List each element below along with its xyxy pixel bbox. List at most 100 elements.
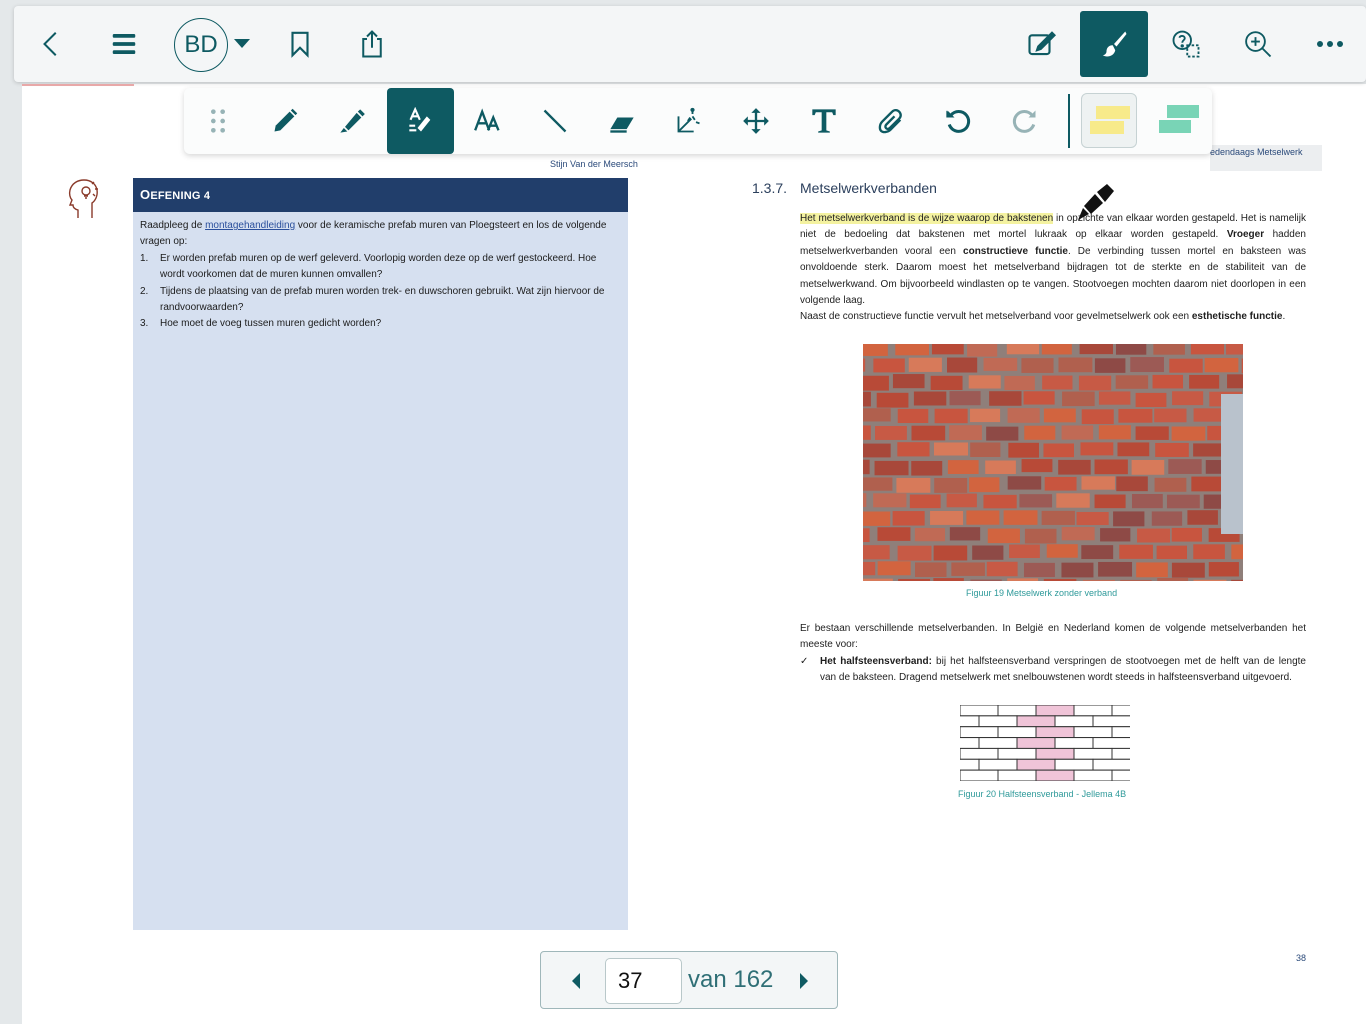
brick xyxy=(1008,442,1039,458)
brick xyxy=(1043,408,1076,423)
question-text: Er worden prefab muren op de werf geleve… xyxy=(160,252,597,281)
redo-icon xyxy=(1012,110,1035,133)
question-number: 2. xyxy=(140,285,149,297)
brick xyxy=(1155,442,1189,457)
bold-text: Het halfsteensverband: xyxy=(820,655,932,667)
color-swatch-yellow[interactable] xyxy=(1081,93,1137,148)
help-select-button[interactable] xyxy=(1156,14,1216,74)
brick xyxy=(1003,510,1038,525)
diagram-brick xyxy=(1054,737,1094,749)
line-tool[interactable] xyxy=(521,88,588,154)
brick xyxy=(911,425,946,441)
text-icon xyxy=(811,109,836,133)
brick xyxy=(1154,408,1187,423)
brick xyxy=(1061,527,1095,541)
highlighter-tool[interactable] xyxy=(318,88,385,154)
montagehandleiding-link[interactable]: montagehandleiding xyxy=(205,220,295,231)
brick xyxy=(1152,374,1184,389)
pencil-tool[interactable] xyxy=(251,88,318,154)
brick xyxy=(1007,578,1039,581)
brick xyxy=(1061,425,1094,440)
brick xyxy=(983,494,1017,509)
brick xyxy=(1208,562,1239,577)
text-tool[interactable] xyxy=(790,88,857,154)
brick xyxy=(1113,511,1145,527)
menu-button[interactable] xyxy=(94,14,154,74)
brick xyxy=(1041,344,1072,355)
brick xyxy=(1115,344,1147,355)
brick xyxy=(1081,476,1115,490)
zoom-in-button[interactable] xyxy=(1228,14,1288,74)
brick xyxy=(986,426,1019,441)
brick xyxy=(863,477,893,491)
brick xyxy=(1119,544,1153,559)
avatar[interactable]: BD xyxy=(174,18,228,72)
brick xyxy=(930,375,963,390)
brick xyxy=(892,374,925,389)
brick xyxy=(1098,391,1131,405)
drag-handle[interactable] xyxy=(184,88,251,154)
redo-button[interactable] xyxy=(991,88,1058,154)
brick xyxy=(1058,357,1093,373)
brick xyxy=(951,562,985,576)
brick xyxy=(1172,391,1204,406)
move-tool[interactable] xyxy=(722,88,789,154)
brick xyxy=(1156,545,1187,560)
brick xyxy=(1056,493,1090,508)
next-page-button[interactable] xyxy=(789,966,819,996)
brick xyxy=(1006,344,1040,355)
brick xyxy=(1076,511,1109,526)
avatar-initials: BD xyxy=(184,31,218,58)
brick xyxy=(947,357,978,373)
brick xyxy=(876,392,909,408)
brick xyxy=(1157,578,1189,581)
brick xyxy=(1021,358,1054,373)
figure-20-caption: Figuur 20 Halfsteensverband - Jellema 4B xyxy=(958,789,1127,799)
bookmark-button[interactable] xyxy=(270,14,330,74)
lasso-tool[interactable] xyxy=(655,88,722,154)
brick xyxy=(877,561,911,576)
exercise-title-rest: EFENING 4 xyxy=(150,190,211,202)
halfsteensverband-diagram xyxy=(960,705,1130,781)
annotate-button[interactable] xyxy=(1080,11,1148,77)
brick xyxy=(1154,477,1187,492)
brick xyxy=(970,442,1001,458)
chevron-down-icon xyxy=(234,39,250,48)
more-button[interactable] xyxy=(1300,14,1360,74)
brick xyxy=(863,459,870,475)
previous-page-button[interactable] xyxy=(561,966,591,996)
highlighted-text[interactable]: Het metselwerkverband is de wijze waarop… xyxy=(800,213,1054,224)
diagram-brick xyxy=(1073,705,1113,717)
brick xyxy=(863,493,867,507)
brick xyxy=(1168,459,1202,474)
line-icon xyxy=(543,109,566,133)
brick xyxy=(873,358,905,373)
attach-tool[interactable] xyxy=(857,88,924,154)
page-number-input[interactable] xyxy=(605,958,682,1004)
exercise-title: OEFENING 4 xyxy=(133,178,628,212)
account-dropdown-button[interactable] xyxy=(232,34,252,54)
brick xyxy=(1041,510,1075,525)
brick xyxy=(915,562,947,577)
brick xyxy=(1023,562,1055,578)
diagram-brick xyxy=(1111,769,1130,781)
smart-highlighter-tool[interactable] xyxy=(387,88,454,154)
highlight-color-green-icon xyxy=(1158,105,1199,133)
brick xyxy=(1062,391,1095,407)
brick xyxy=(969,477,1000,493)
brick xyxy=(933,545,968,561)
brick xyxy=(1100,528,1131,542)
brick xyxy=(1024,425,1056,440)
brick xyxy=(914,527,946,542)
eraser-tool[interactable] xyxy=(588,88,655,154)
share-button[interactable] xyxy=(342,14,402,74)
color-swatch-green[interactable] xyxy=(1145,88,1212,154)
brick xyxy=(1007,476,1042,490)
undo-button[interactable] xyxy=(924,88,991,154)
brick xyxy=(895,344,929,356)
text-style-tool[interactable] xyxy=(454,88,521,154)
brick xyxy=(1098,561,1133,577)
brick xyxy=(933,442,968,456)
back-button[interactable] xyxy=(22,14,82,74)
edit-note-button[interactable] xyxy=(1012,14,1072,74)
